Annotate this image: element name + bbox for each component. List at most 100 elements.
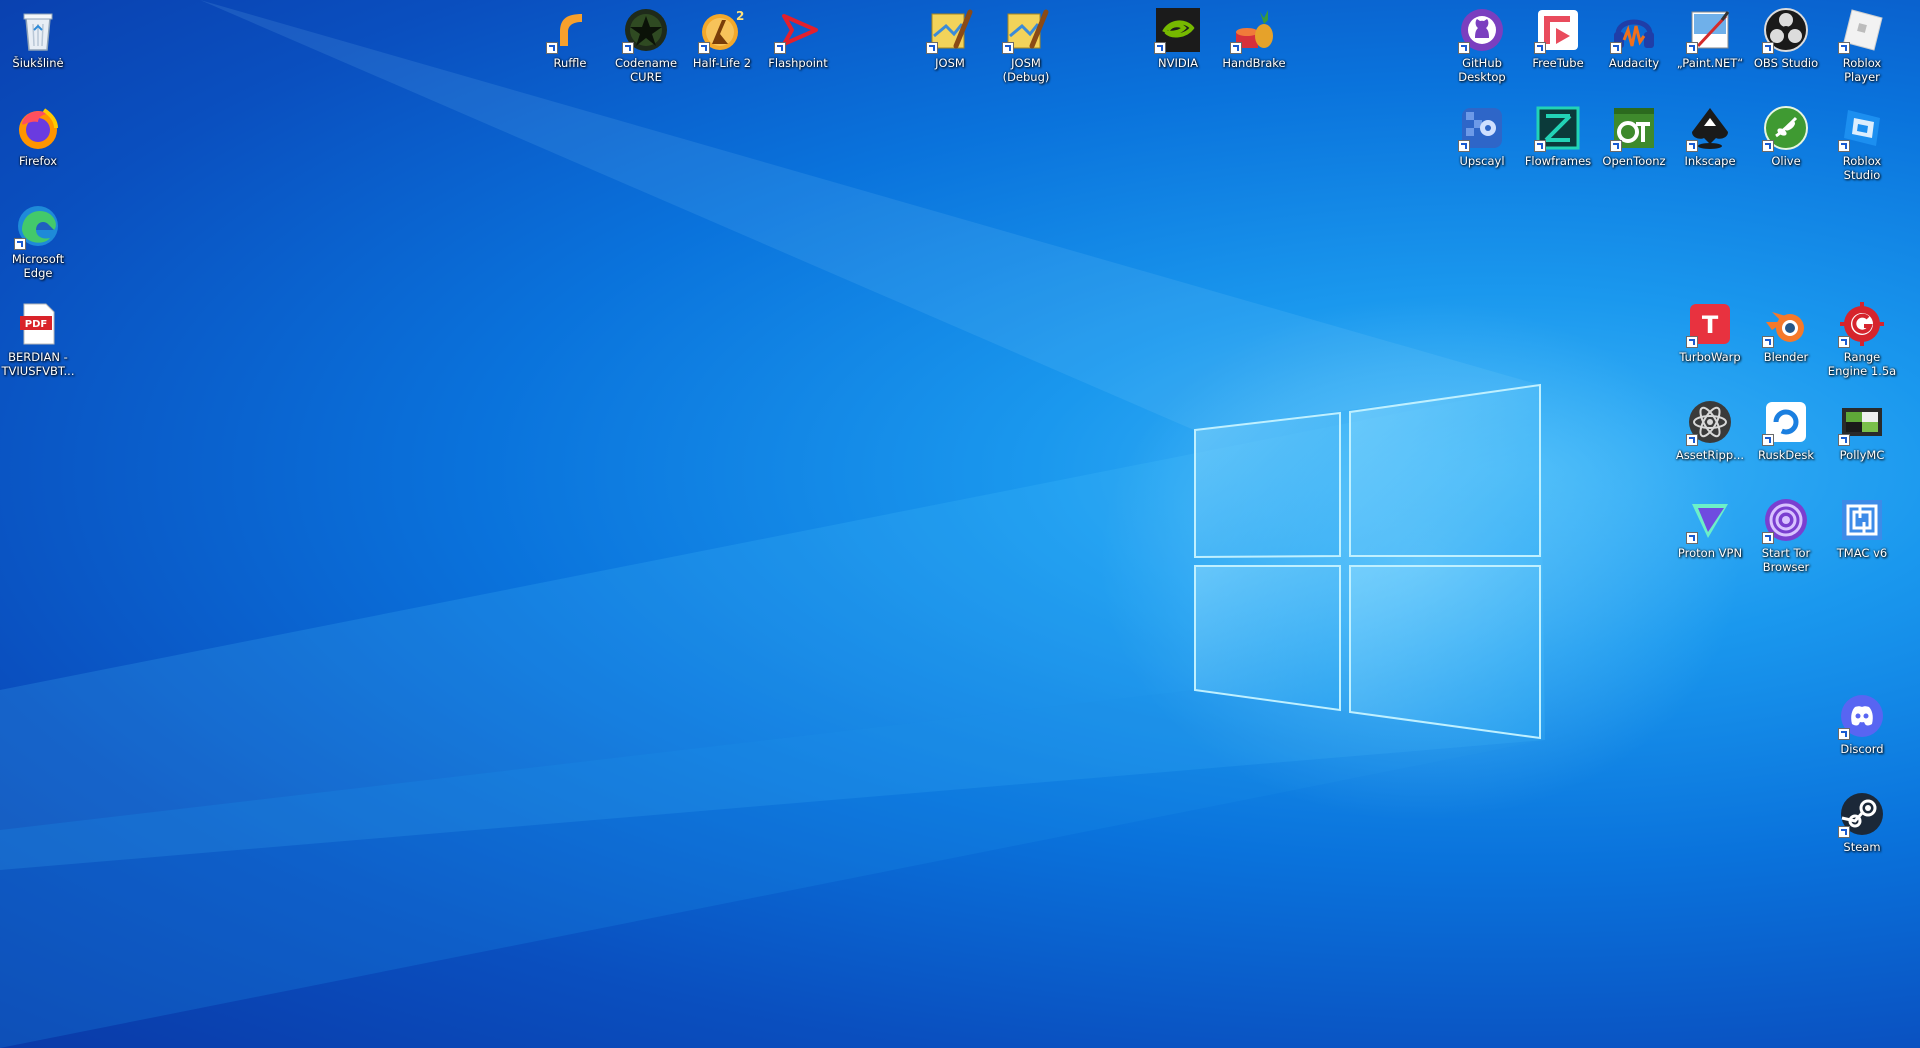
desktop-icon-github-desktop[interactable]: GitHub Desktop bbox=[1444, 2, 1520, 84]
svg-text:T: T bbox=[1702, 311, 1719, 339]
tmac-icon bbox=[1838, 496, 1886, 544]
inkscape-icon bbox=[1686, 104, 1734, 152]
desktop-icon-label: NVIDIA bbox=[1158, 56, 1198, 70]
obs-icon bbox=[1762, 6, 1810, 54]
paint-net-icon bbox=[1686, 6, 1734, 54]
desktop-icon-label: Steam bbox=[1843, 840, 1881, 854]
roblox-icon bbox=[1838, 6, 1886, 54]
desktop-icon-inkscape[interactable]: Inkscape bbox=[1672, 100, 1748, 168]
desktop-icon-half-life-2[interactable]: 2 Half-Life 2 bbox=[684, 2, 760, 70]
desktop-icon-label: GitHub Desktop bbox=[1458, 56, 1506, 84]
desktop-icon-proton-vpn[interactable]: Proton VPN bbox=[1672, 492, 1748, 560]
shortcut-arrow-icon bbox=[1686, 434, 1698, 446]
shortcut-arrow-icon bbox=[1154, 42, 1166, 54]
desktop-icon-rustdesk[interactable]: RuskDesk bbox=[1748, 394, 1824, 462]
shortcut-arrow-icon bbox=[1838, 336, 1850, 348]
desktop-icon-berdian-pdf[interactable]: PDF BERDIAN -TVIUSFVBT... bbox=[0, 296, 76, 378]
josm-icon bbox=[926, 6, 974, 54]
desktop-icon-label: Flowframes bbox=[1524, 154, 1592, 168]
desktop-icon-label: Microsoft Edge bbox=[11, 252, 65, 280]
shortcut-arrow-icon bbox=[1686, 42, 1698, 54]
desktop-icon-label: FreeTube bbox=[1532, 56, 1584, 70]
desktop-icon-label: Discord bbox=[1840, 742, 1884, 756]
shortcut-arrow-icon bbox=[1762, 532, 1774, 544]
tor-browser-icon bbox=[1762, 496, 1810, 544]
shortcut-arrow-icon bbox=[1534, 42, 1546, 54]
desktop-icon-steam[interactable]: Steam bbox=[1824, 786, 1900, 854]
desktop-icon-turbowarp[interactable]: T TurboWarp bbox=[1672, 296, 1748, 364]
nvidia-icon bbox=[1154, 6, 1202, 54]
desktop[interactable]: Šiukšlinė Firefox Microsoft Edge PDF BER… bbox=[0, 0, 1920, 1048]
desktop-icon-codename-cure[interactable]: Codename CURE bbox=[608, 2, 684, 84]
desktop-icon-tmac[interactable]: TMAC v6 bbox=[1824, 492, 1900, 560]
desktop-icon-recycle-bin[interactable]: Šiukšlinė bbox=[0, 2, 76, 70]
desktop-icon-microsoft-edge[interactable]: Microsoft Edge bbox=[0, 198, 76, 280]
desktop-icon-handbrake[interactable]: HandBrake bbox=[1216, 2, 1292, 70]
desktop-icon-audacity[interactable]: Audacity bbox=[1596, 2, 1672, 70]
desktop-icon-josm[interactable]: JOSM bbox=[912, 2, 988, 70]
shortcut-arrow-icon bbox=[1838, 42, 1850, 54]
shortcut-arrow-icon bbox=[1686, 532, 1698, 544]
desktop-icon-label: JOSM bbox=[935, 56, 965, 70]
svg-text:2: 2 bbox=[736, 9, 744, 23]
pdf-file-icon: PDF bbox=[14, 300, 62, 348]
desktop-icon-range-engine[interactable]: Range Engine 1.5a bbox=[1824, 296, 1900, 378]
recycle-bin-icon bbox=[14, 6, 62, 54]
desktop-icon-flashpoint[interactable]: Flashpoint bbox=[760, 2, 836, 70]
range-engine-icon bbox=[1838, 300, 1886, 348]
desktop-icon-label: Start Tor Browser bbox=[1761, 546, 1811, 574]
shortcut-arrow-icon bbox=[1762, 336, 1774, 348]
shortcut-arrow-icon bbox=[14, 238, 26, 250]
desktop-icon-olive[interactable]: Olive bbox=[1748, 100, 1824, 168]
desktop-icon-label: Proton VPN bbox=[1677, 546, 1743, 560]
desktop-icon-label: Flashpoint bbox=[768, 56, 828, 70]
proton-vpn-icon bbox=[1686, 496, 1734, 544]
desktop-icon-label: BERDIAN -TVIUSFVBT... bbox=[1, 350, 75, 378]
shortcut-arrow-icon bbox=[1002, 42, 1014, 54]
desktop-icon-flowframes[interactable]: Flowframes bbox=[1520, 100, 1596, 168]
desktop-icon-roblox-studio[interactable]: Roblox Studio bbox=[1824, 100, 1900, 182]
shortcut-arrow-icon bbox=[1458, 140, 1470, 152]
shortcut-arrow-icon bbox=[1838, 140, 1850, 152]
shortcut-arrow-icon bbox=[1762, 42, 1774, 54]
opentoonz-icon bbox=[1610, 104, 1658, 152]
desktop-icon-discord[interactable]: Discord bbox=[1824, 688, 1900, 756]
desktop-icon-freetube[interactable]: FreeTube bbox=[1520, 2, 1596, 70]
olive-icon bbox=[1762, 104, 1810, 152]
desktop-icon-ruffle[interactable]: Ruffle bbox=[532, 2, 608, 70]
desktop-icon-label: Inkscape bbox=[1684, 154, 1736, 168]
desktop-icon-firefox[interactable]: Firefox bbox=[0, 100, 76, 168]
desktop-icon-roblox-player[interactable]: Roblox Player bbox=[1824, 2, 1900, 84]
rustdesk-icon bbox=[1762, 398, 1810, 446]
edge-icon bbox=[14, 202, 62, 250]
desktop-icon-label: TurboWarp bbox=[1679, 350, 1741, 364]
desktop-icon-label: Olive bbox=[1771, 154, 1801, 168]
github-icon bbox=[1458, 6, 1506, 54]
desktop-icon-label: AssetRipp... bbox=[1675, 448, 1745, 462]
desktop-icon-josm-debug[interactable]: JOSM (Debug) bbox=[988, 2, 1064, 84]
desktop-icon-assetripper[interactable]: AssetRipp... bbox=[1672, 394, 1748, 462]
svg-text:PDF: PDF bbox=[25, 319, 47, 330]
shortcut-arrow-icon bbox=[1838, 728, 1850, 740]
shortcut-arrow-icon bbox=[1610, 140, 1622, 152]
shortcut-arrow-icon bbox=[1762, 434, 1774, 446]
roblox-studio-icon bbox=[1838, 104, 1886, 152]
desktop-icon-tor-browser[interactable]: Start Tor Browser bbox=[1748, 492, 1824, 574]
desktop-icon-label: OBS Studio bbox=[1753, 56, 1819, 70]
desktop-icon-obs-studio[interactable]: OBS Studio bbox=[1748, 2, 1824, 70]
desktop-icon-blender[interactable]: Blender bbox=[1748, 296, 1824, 364]
desktop-icon-nvidia[interactable]: NVIDIA bbox=[1140, 2, 1216, 70]
assetripper-icon bbox=[1686, 398, 1734, 446]
desktop-icon-upscayl[interactable]: Upscayl bbox=[1444, 100, 1520, 168]
desktop-icon-opentoonz[interactable]: OpenToonz bbox=[1596, 100, 1672, 168]
shortcut-arrow-icon bbox=[546, 42, 558, 54]
discord-icon bbox=[1838, 692, 1886, 740]
firefox-icon bbox=[14, 104, 62, 152]
shortcut-arrow-icon bbox=[1610, 42, 1622, 54]
desktop-icon-label: OpenToonz bbox=[1602, 154, 1666, 168]
desktop-icon-paint-net[interactable]: „Paint.NET“ bbox=[1672, 2, 1748, 70]
flashpoint-icon bbox=[774, 6, 822, 54]
desktop-icon-label: Codename CURE bbox=[614, 56, 678, 84]
desktop-icon-pollymc[interactable]: PollyMC bbox=[1824, 394, 1900, 462]
desktop-icon-label: Half-Life 2 bbox=[692, 56, 752, 70]
